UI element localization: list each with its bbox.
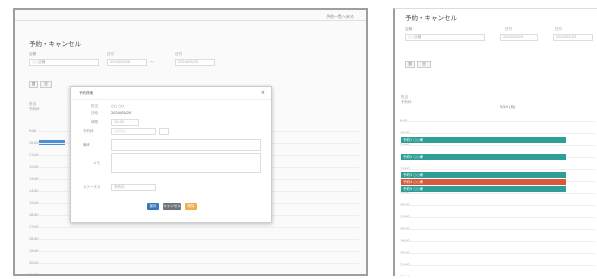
time-gridline-right (400, 265, 595, 266)
time-gridline (39, 239, 359, 240)
time-label: 9:00 (29, 129, 37, 133)
time-label: 15:00 (29, 201, 39, 205)
filter-label-date-from: 日付 (107, 52, 114, 56)
time-label: 11:00 (29, 153, 39, 157)
time-gridline-right (400, 193, 595, 194)
memo-textarea[interactable] (111, 153, 261, 173)
filter-label-date-from-right: 日付 (505, 27, 512, 31)
cancel-button[interactable]: キャンセル (163, 203, 181, 210)
slot-count-select[interactable] (159, 128, 169, 135)
header-divider (15, 20, 366, 21)
time-gridline-right (400, 169, 595, 170)
time-label: 12:00 (29, 165, 39, 169)
store-select[interactable]: ○○店舗 (29, 59, 99, 66)
delete-button[interactable]: 削除 (185, 203, 197, 210)
time-gridline (39, 251, 359, 252)
time-gridline-right (400, 229, 595, 230)
filter-label-date-to: 日付 (175, 52, 182, 56)
reservation-event[interactable]: 予約5 ○○様 (401, 186, 566, 192)
summary-line-2-right: 予約枠 (401, 100, 412, 104)
reservation-event[interactable]: 予約3 ○○様 (401, 172, 566, 178)
row-value-staff: ○○ ○○ (111, 104, 125, 108)
time-gridline-right (400, 145, 595, 146)
filter-label-date-to-right: 日付 (555, 27, 562, 31)
time-label: 19:00 (29, 249, 39, 253)
tab-day-right[interactable]: 日 (417, 61, 431, 68)
date-to-input-right[interactable]: 2024/05/25 (553, 34, 593, 41)
date-from-input[interactable]: 2024/05/20 (107, 59, 147, 66)
time-label: 18:00 (29, 237, 39, 241)
time-label: 14:00 (29, 189, 39, 193)
tab-week[interactable]: 週 (29, 81, 38, 88)
time-gridline-right (400, 121, 595, 122)
time-select[interactable]: 10:00 (111, 119, 139, 126)
time-label: 13:00 (29, 177, 39, 181)
filter-label-store: 店舗 (29, 52, 36, 56)
page-title-right: 予約・キャンセル (405, 14, 457, 22)
slot-select[interactable]: ○○○○ (111, 128, 156, 135)
time-label: 21:00 (29, 273, 39, 276)
time-label-right: 22:00 (400, 275, 410, 276)
time-gridline-right (400, 241, 595, 242)
time-gridline-right (400, 205, 595, 206)
row-label-time: 時間 (91, 120, 98, 124)
reservation-event[interactable]: 予約1 ○○様 (401, 137, 566, 143)
time-gridline (39, 263, 359, 264)
time-gridline (39, 275, 359, 276)
summary-line-2: 予約枠 (29, 107, 40, 111)
date-range-sep: 〜 (150, 60, 154, 64)
modal-title: 予約詳細 (79, 91, 93, 95)
row-label-slot: 予約枠 (83, 129, 94, 133)
time-label: 10:00 (29, 141, 39, 145)
left-screen: 予約一覧へ戻る 予約・キャンセル 店舗 ○○店舗 日付 2024/05/20 〜… (13, 8, 368, 276)
row-label-date: 日時 (91, 111, 98, 115)
modal-header: 予約詳細 × (71, 87, 271, 100)
reservation-event[interactable]: 予約4 ○○様 (401, 179, 566, 185)
time-label: 17:00 (29, 225, 39, 229)
right-screen: 予約・キャンセル 店舗 ○○店舗 日付 2024/05/20 日付 2024/0… (393, 8, 597, 276)
row-label-note: 備考 (83, 143, 90, 147)
reservation-event[interactable]: 予約2 ○○様 (401, 154, 566, 160)
time-gridline-right (400, 253, 595, 254)
tab-day[interactable]: 日 (40, 81, 52, 88)
status-select[interactable]: 予約中 (111, 184, 156, 191)
row-label-staff: 担当 (91, 104, 98, 108)
save-button[interactable]: 保存 (147, 203, 159, 210)
day-column-header: 5/20 (月) (500, 105, 516, 109)
note-textarea[interactable] (111, 139, 261, 151)
time-gridline-right (400, 133, 595, 134)
filter-label-store-right: 店舗 (405, 27, 412, 31)
row-label-memo: メモ (93, 161, 100, 165)
date-from-input-right[interactable]: 2024/05/20 (500, 34, 538, 41)
time-gridline-right (400, 217, 595, 218)
row-value-date: 2024/05/20 (111, 111, 132, 115)
page-title: 予約・キャンセル (29, 40, 81, 48)
tab-week-right[interactable]: 週 (405, 61, 415, 68)
time-gridline (39, 227, 359, 228)
time-label: 20:00 (29, 261, 39, 265)
row-label-status: ステータス (83, 185, 101, 189)
reservation-modal: 予約詳細 × 担当 ○○ ○○ 日時 2024/05/20 時間 10:00 予… (70, 86, 272, 223)
close-icon[interactable]: × (261, 90, 265, 96)
time-label: 16:00 (29, 213, 39, 217)
date-to-input[interactable]: 2024/05/25 (175, 59, 215, 66)
store-select-right[interactable]: ○○店舗 (405, 34, 485, 41)
